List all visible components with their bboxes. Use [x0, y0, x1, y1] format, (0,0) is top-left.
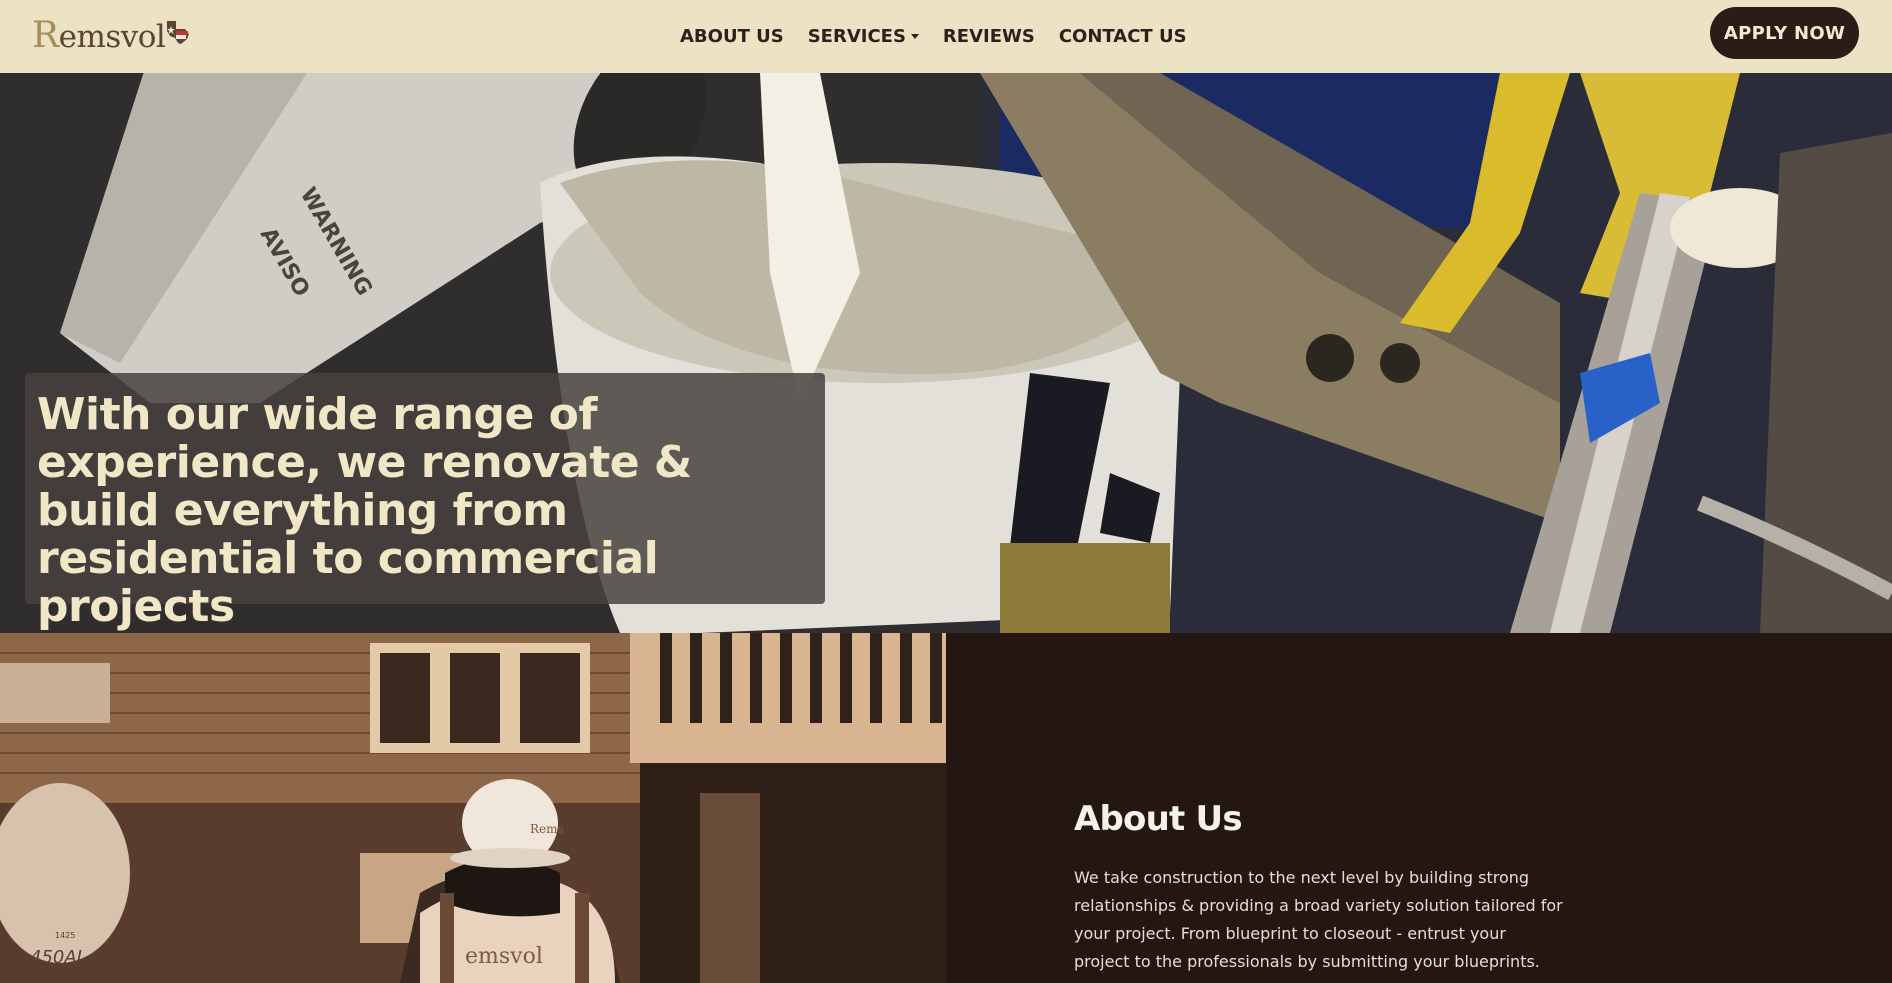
about-image: Rems emsvol 450AJ 1425: [0, 633, 946, 983]
about-section: About Us We take construction to the nex…: [946, 633, 1892, 983]
logo[interactable]: Remsvol: [32, 14, 193, 56]
hero-headline: With our wide range of experience, we re…: [37, 389, 692, 632]
chevron-down-icon: [910, 34, 919, 39]
main-nav: ABOUT US SERVICES REVIEWS CONTACT US: [668, 0, 1199, 73]
about-body: We take construction to the next level b…: [1074, 868, 1563, 971]
about-title: About Us: [1074, 799, 1243, 839]
hero-section: WARNING AVISO With our wide range of exp…: [0, 73, 1892, 633]
texas-flag-icon: [167, 21, 190, 44]
svg-text:1425: 1425: [55, 931, 75, 940]
nav-about-us[interactable]: ABOUT US: [668, 26, 796, 47]
svg-text:450AJ: 450AJ: [30, 947, 82, 968]
svg-text:Rems: Rems: [530, 822, 564, 836]
nav-services[interactable]: SERVICES: [796, 26, 931, 47]
navbar: Remsvol ABOUT US SERVICES REVIEWS CONTAC…: [0, 0, 1892, 73]
nav-reviews[interactable]: REVIEWS: [931, 26, 1047, 47]
apply-now-button[interactable]: APPLY NOW: [1710, 7, 1859, 59]
logo-text: Remsvol: [32, 14, 166, 56]
hero-caption: With our wide range of experience, we re…: [25, 373, 825, 631]
svg-text:emsvol: emsvol: [465, 944, 543, 969]
worker-photo: Rems emsvol 450AJ 1425: [0, 633, 946, 983]
nav-contact-us[interactable]: CONTACT US: [1047, 26, 1199, 47]
